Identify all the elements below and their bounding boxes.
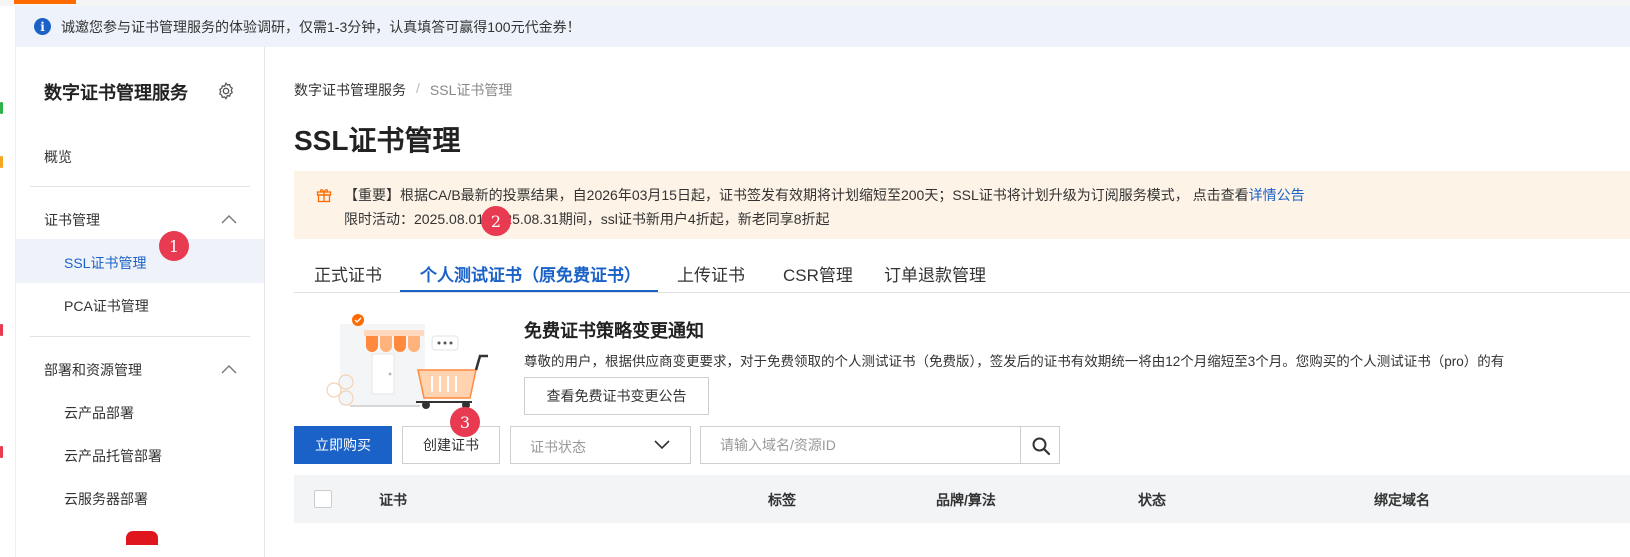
column-header-brand-algorithm: 品牌/算法	[936, 492, 996, 508]
tab-csr-management[interactable]: CSR管理	[783, 261, 853, 286]
annotation-marker-1: 1	[159, 231, 189, 261]
search-input[interactable]	[701, 427, 1021, 463]
sidebar-item-cloud-hosted-deploy[interactable]: 云产品托管部署	[64, 446, 162, 466]
sidebar-group-cert-management[interactable]: 证书管理	[44, 210, 100, 230]
survey-notice-bar[interactable]: i 诚邀您参与证书管理服务的体验调研，仅需1-3分钟，认真填答可赢得100元代金…	[16, 6, 1630, 47]
active-tab-underline	[400, 290, 658, 292]
tab-order-refund[interactable]: 订单退款管理	[884, 261, 986, 286]
search-icon	[1032, 437, 1051, 456]
column-header-status: 状态	[1138, 492, 1166, 508]
shopping-cart-illustration	[326, 314, 488, 409]
cert-status-placeholder: 证书状态	[530, 439, 586, 455]
new-badge	[126, 531, 158, 545]
tab-upload-cert[interactable]: 上传证书	[677, 261, 745, 286]
survey-notice-text: 诚邀您参与证书管理服务的体验调研，仅需1-3分钟，认真填答可赢得100元代金券！	[61, 18, 581, 35]
edge-dot	[0, 446, 3, 458]
active-tab-indicator	[14, 0, 76, 4]
column-header-cert: 证书	[379, 492, 407, 508]
search-box	[700, 426, 1022, 464]
edge-dot	[0, 324, 3, 336]
buy-now-button[interactable]: 立即购买	[294, 426, 392, 464]
create-cert-button[interactable]: 创建证书	[402, 426, 500, 464]
announcement-line-2: 限时活动：2025.08.01-2025.08.31期间，ssl证书新用户4折起…	[344, 211, 830, 227]
main-content: 数字证书管理服务 / SSL证书管理 SSL证书管理 【重要】根据CA/B最新的…	[294, 47, 1630, 557]
gear-icon[interactable]	[216, 81, 236, 101]
select-all-checkbox[interactable]	[314, 490, 332, 508]
edge-dot	[0, 156, 3, 168]
annotation-marker-3: 3	[450, 407, 480, 437]
sidebar-item-cloud-deploy[interactable]: 云产品部署	[64, 403, 134, 423]
sidebar-divider	[30, 336, 250, 337]
sidebar-group-deploy[interactable]: 部署和资源管理	[44, 360, 142, 380]
breadcrumb-root[interactable]: 数字证书管理服务	[294, 80, 406, 100]
chevron-up-icon[interactable]	[221, 364, 237, 374]
info-icon: i	[34, 18, 51, 35]
chevron-down-icon	[654, 440, 670, 450]
left-edge-strip	[0, 6, 16, 557]
sidebar: 数字证书管理服务 概览 证书管理 SSL证书管理 PCA证书管理 部署和资源管理…	[16, 47, 265, 557]
page-title: SSL证书管理	[294, 125, 461, 156]
cert-status-select[interactable]: 证书状态	[510, 426, 691, 464]
annotation-marker-2: 2	[481, 206, 511, 236]
chevron-up-icon[interactable]	[221, 214, 237, 224]
gift-icon	[316, 189, 332, 203]
column-header-bound-domain: 绑定域名	[1374, 492, 1430, 508]
tab-formal-cert[interactable]: 正式证书	[314, 261, 382, 286]
sidebar-item-server-deploy[interactable]: 云服务器部署	[64, 489, 148, 509]
sidebar-divider	[30, 186, 250, 187]
sidebar-title: 数字证书管理服务	[44, 83, 188, 103]
sidebar-item-overview[interactable]: 概览	[44, 147, 72, 167]
tab-bar: 正式证书 个人测试证书（原免费证书） 上传证书 CSR管理 订单退款管理	[294, 255, 1630, 293]
breadcrumb-current: SSL证书管理	[429, 82, 513, 98]
view-free-cert-notice-button[interactable]: 查看免费证书变更公告	[524, 377, 709, 415]
announcement-text: 【重要】根据CA/B最新的投票结果，自2026年03月15日起，证书签发有效期将…	[344, 187, 1249, 203]
promo-description: 尊敬的用户，根据供应商变更要求，对于免费领取的个人测试证书（免费版），签发后的证…	[524, 354, 1505, 369]
column-header-tag: 标签	[768, 492, 796, 508]
table-header: 证书 标签 品牌/算法 状态 绑定域名	[294, 475, 1630, 523]
announcement-detail-link[interactable]: 详情公告	[1249, 187, 1305, 203]
sidebar-item-pca-cert[interactable]: PCA证书管理	[64, 296, 149, 316]
breadcrumb: 数字证书管理服务 / SSL证书管理	[294, 80, 512, 100]
sidebar-item-ssl-cert[interactable]: SSL证书管理	[64, 253, 146, 273]
promo-title: 免费证书策略变更通知	[524, 321, 704, 341]
tab-personal-test-cert[interactable]: 个人测试证书（原免费证书）	[420, 261, 641, 286]
search-button[interactable]	[1020, 426, 1060, 464]
edge-dot	[0, 102, 3, 114]
announcement-line-1: 【重要】根据CA/B最新的投票结果，自2026年03月15日起，证书签发有效期将…	[344, 185, 1305, 205]
breadcrumb-separator: /	[416, 80, 420, 96]
